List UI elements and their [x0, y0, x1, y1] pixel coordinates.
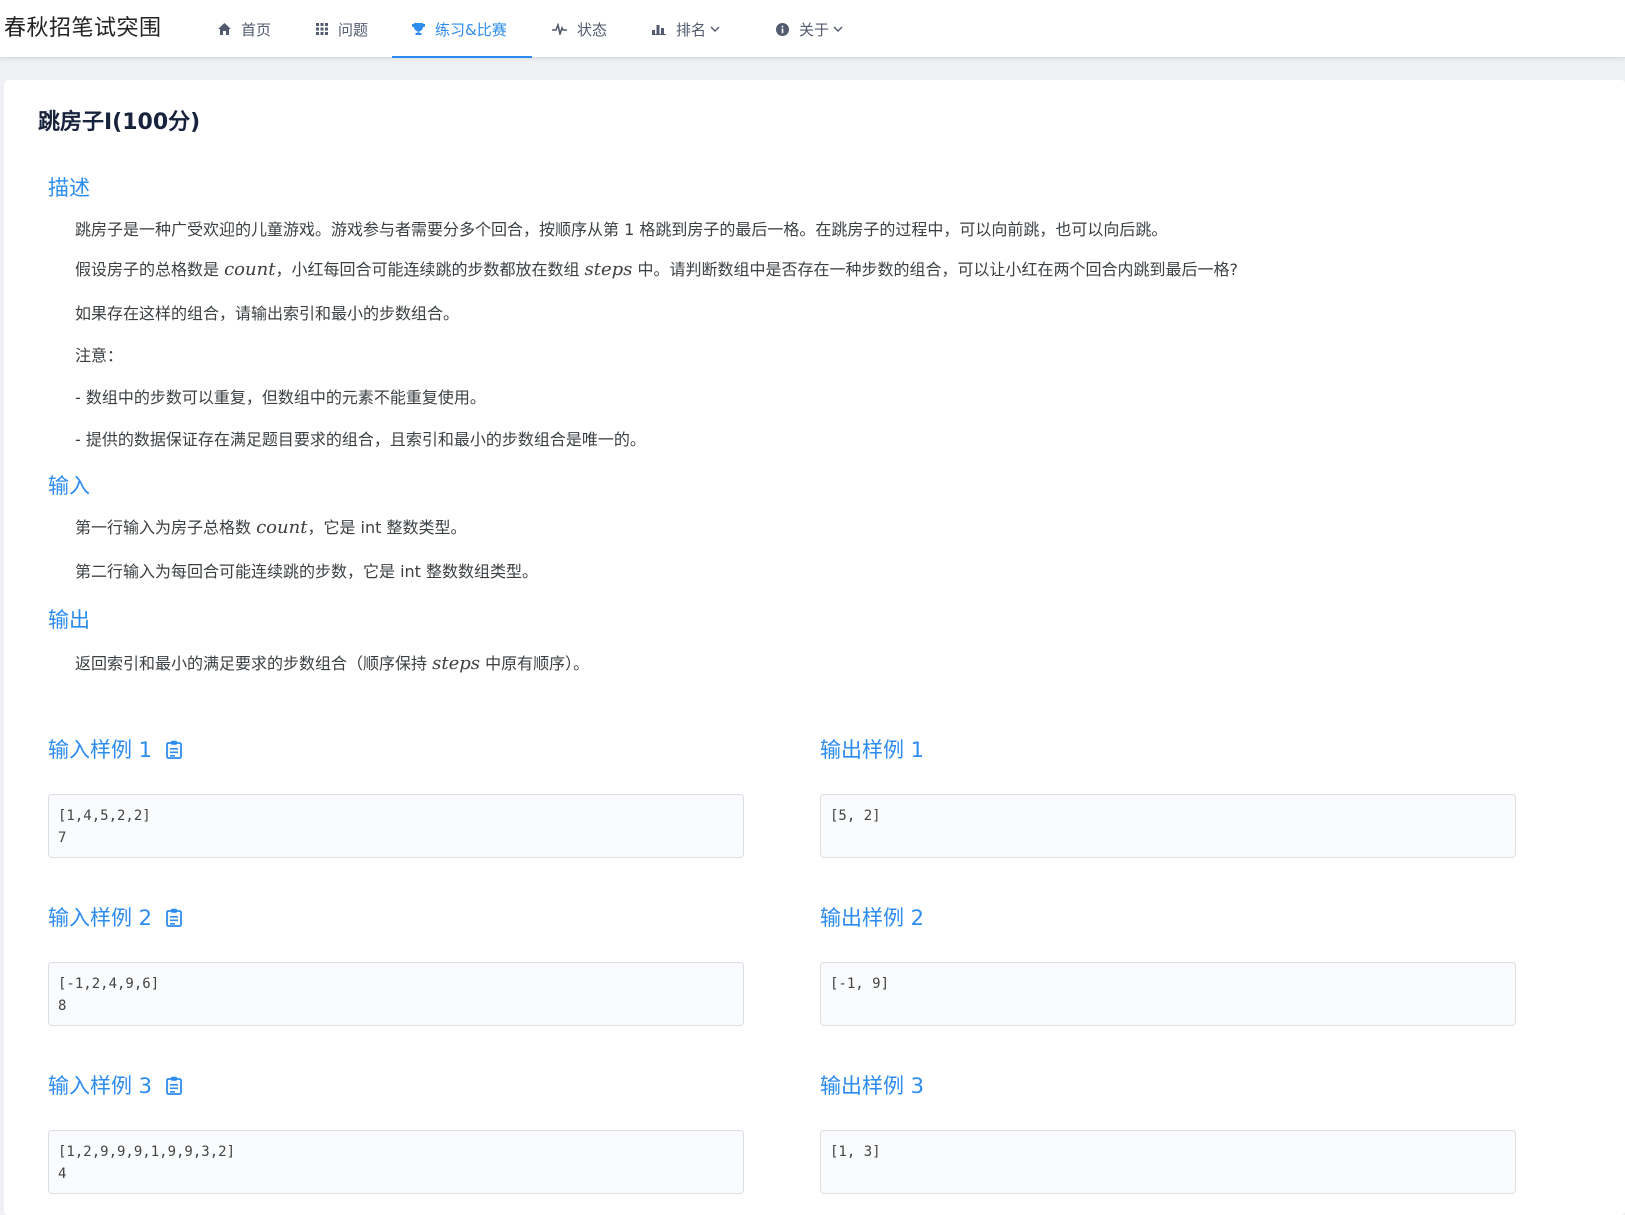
input-paragraph-2: 第二行输入为每回合可能连续跳的步数，它是 int 整数数组类型。 [75, 562, 539, 581]
chevron-down-icon [833, 26, 843, 33]
clipboard-icon[interactable] [166, 740, 182, 759]
output-heading: 输出 [48, 608, 90, 632]
sample-input-title-3: 输入样例 3 [48, 1070, 182, 1100]
bar-chart-icon [652, 23, 666, 35]
chevron-down-icon [710, 26, 720, 33]
text-span: ，它是 int 整数类型。 [307, 518, 467, 537]
site-brand[interactable]: 春秋招笔试突围 [4, 10, 162, 42]
sample-output-title-3: 输出样例 3 [820, 1074, 925, 1098]
sample-input-label: 输入样例 2 [48, 906, 153, 930]
nav-item-status[interactable]: 状态 [552, 0, 607, 58]
text-span: 第一行输入为房子总格数 [75, 518, 257, 537]
description-paragraph-3: 如果存在这样的组合，请输出索引和最小的步数组合。 [75, 304, 460, 323]
top-navbar: 春秋招笔试突围 首页 问题 练习&比赛 状态 排名 关于 [0, 0, 1625, 58]
sample-input-label: 输入样例 1 [48, 738, 153, 762]
pulse-icon [552, 23, 567, 35]
input-heading: 输入 [48, 474, 90, 498]
description-note-2: - 提供的数据保证存在满足题目要求的组合，且索引和最小的步数组合是唯一的。 [75, 430, 646, 449]
description-note-label: 注意： [75, 346, 124, 365]
text-span: 假设房子的总格数是 [75, 260, 225, 279]
clipboard-icon[interactable] [166, 1076, 182, 1095]
description-paragraph-2: 假设房子的总格数是 count，小红每回合可能连续跳的步数都放在数组 steps… [75, 256, 1238, 280]
input-paragraph-1: 第一行输入为房子总格数 count，它是 int 整数类型。 [75, 514, 466, 538]
info-icon [776, 22, 789, 36]
sample-input-title-1: 输入样例 1 [48, 734, 182, 764]
home-icon [218, 23, 231, 35]
clipboard-icon[interactable] [166, 908, 182, 927]
nav-item-home[interactable]: 首页 [218, 0, 271, 58]
output-paragraph-1: 返回索引和最小的满足要求的步数组合（顺序保持 steps 中原有顺序）。 [75, 650, 589, 674]
nav-label-status: 状态 [577, 20, 608, 39]
sample-output-title-2: 输出样例 2 [820, 906, 925, 930]
nav-label-home: 首页 [241, 20, 272, 39]
active-tab-indicator [392, 56, 532, 58]
sample-output-box-3[interactable]: [1, 3] [820, 1130, 1516, 1194]
text-span: ，小红每回合可能连续跳的步数都放在数组 [275, 260, 585, 279]
nav-label-contests: 练习&比赛 [435, 20, 507, 39]
nav-item-problems[interactable]: 问题 [316, 0, 368, 58]
text-span: 返回索引和最小的满足要求的步数组合（顺序保持 [75, 654, 433, 673]
text-span: 中原有顺序）。 [479, 654, 590, 673]
sample-output-box-1[interactable]: [5, 2] [820, 794, 1516, 858]
sample-input-box-3[interactable]: [1,2,9,9,9,1,9,9,3,2] 4 [48, 1130, 744, 1194]
math-variable-steps: steps [432, 653, 480, 674]
nav-item-rank[interactable]: 排名 [652, 0, 720, 58]
sample-input-box-1[interactable]: [1,4,5,2,2] 7 [48, 794, 744, 858]
nav-item-about[interactable]: 关于 [776, 0, 843, 58]
problem-title: 跳房子I(100分) [38, 110, 201, 135]
math-variable-count: count [224, 259, 276, 280]
sample-input-label: 输入样例 3 [48, 1074, 153, 1098]
grid-icon [316, 23, 328, 35]
problem-card: 跳房子I(100分) 描述 跳房子是一种广受欢迎的儿童游戏。游戏参与者需要分多个… [4, 80, 1625, 1215]
description-note-1: - 数组中的步数可以重复，但数组中的元素不能重复使用。 [75, 388, 486, 407]
nav-item-contests[interactable]: 练习&比赛 [412, 0, 507, 58]
description-heading: 描述 [48, 176, 90, 200]
nav-label-about: 关于 [799, 20, 830, 39]
math-variable-count: count [256, 517, 308, 538]
text-span: 中。请判断数组中是否存在一种步数的组合，可以让小红在两个回合内跳到最后一格? [632, 260, 1239, 279]
sample-input-box-2[interactable]: [-1,2,4,9,6] 8 [48, 962, 744, 1026]
math-variable-steps: steps [584, 259, 633, 280]
sample-input-title-2: 输入样例 2 [48, 902, 182, 932]
sample-output-box-2[interactable]: [-1, 9] [820, 962, 1516, 1026]
description-paragraph-1: 跳房子是一种广受欢迎的儿童游戏。游戏参与者需要分多个回合，按顺序从第 1 格跳到… [75, 220, 1168, 239]
trophy-icon [412, 22, 425, 36]
nav-label-problems: 问题 [338, 20, 369, 39]
sample-output-title-1: 输出样例 1 [820, 738, 925, 762]
nav-label-rank: 排名 [676, 20, 707, 39]
